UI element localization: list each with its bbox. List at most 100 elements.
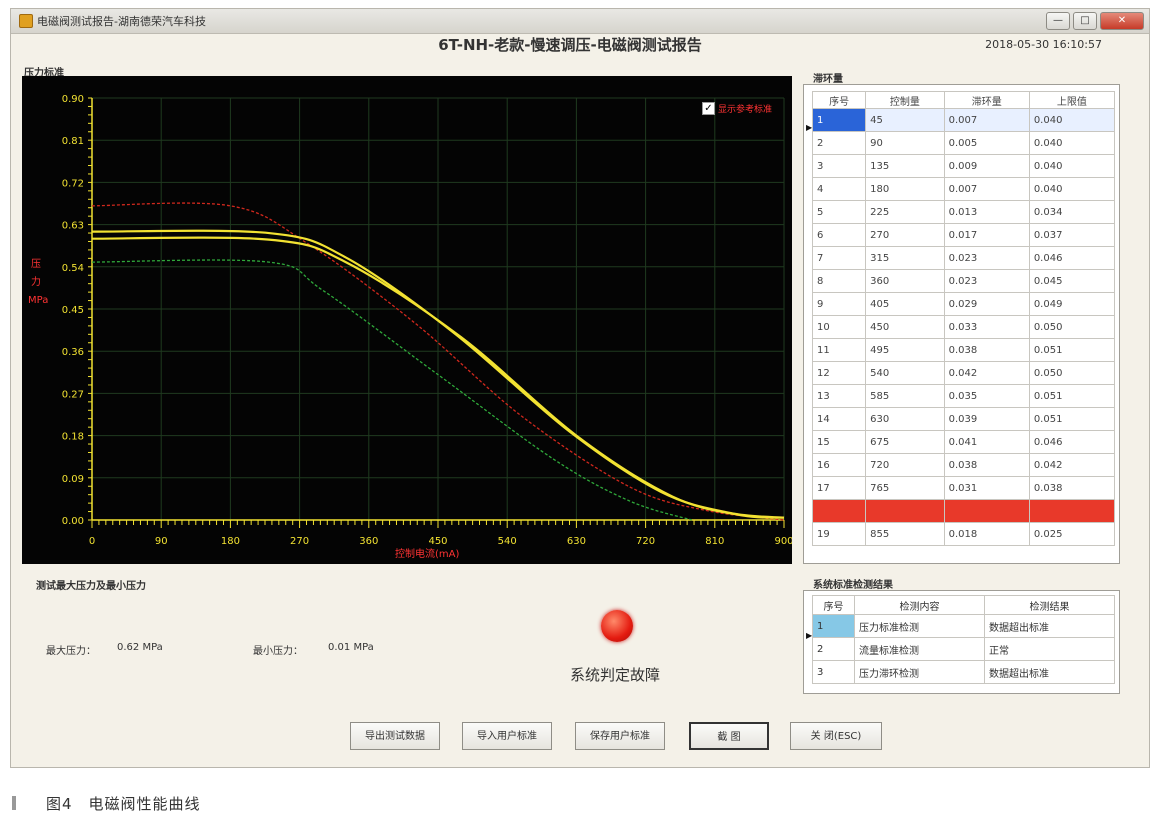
table-cell[interactable]: 0.038: [943, 453, 1030, 477]
table-row[interactable]: 11 495 0.038 0.051: [811, 338, 1116, 362]
table-row[interactable]: 3 压力滞环检测 数据超出标准: [812, 660, 1115, 684]
table-row[interactable]: 1 45 0.007 0.040: [811, 108, 1116, 132]
table-cell[interactable]: 0.018: [943, 522, 1030, 546]
table-cell[interactable]: 正常: [984, 637, 1115, 661]
table-cell[interactable]: 630: [865, 407, 945, 431]
column-header[interactable]: 控制量: [865, 91, 945, 109]
table-cell[interactable]: 0.023: [943, 269, 1030, 293]
table-cell[interactable]: 45: [865, 108, 945, 132]
table-cell[interactable]: 0.023: [943, 246, 1030, 270]
table-cell[interactable]: 3: [811, 154, 867, 178]
table-cell[interactable]: 90: [865, 131, 945, 155]
table-row[interactable]: 16 720 0.038 0.042: [811, 453, 1116, 477]
table-row[interactable]: 17 765 0.031 0.038: [811, 476, 1116, 500]
table-row[interactable]: 13 585 0.035 0.051: [811, 384, 1116, 408]
screenshot-button[interactable]: 截 图: [689, 722, 769, 750]
table-cell[interactable]: 450: [865, 315, 945, 339]
table-row[interactable]: 2 流量标准检测 正常: [812, 637, 1115, 661]
table-cell[interactable]: [811, 499, 867, 523]
table-row[interactable]: 7 315 0.023 0.046: [811, 246, 1116, 270]
table-row[interactable]: 6 270 0.017 0.037: [811, 223, 1116, 247]
column-header[interactable]: 滞环量: [943, 91, 1030, 109]
table-row[interactable]: 9 405 0.029 0.049: [811, 292, 1116, 316]
table-cell[interactable]: 0.005: [943, 131, 1030, 155]
table-cell[interactable]: 0.038: [1028, 476, 1116, 500]
column-header[interactable]: 检测内容: [854, 595, 985, 615]
table-cell[interactable]: 0.009: [943, 154, 1030, 178]
table-cell[interactable]: 压力标准检测: [854, 614, 985, 638]
table-cell[interactable]: 6: [811, 223, 867, 247]
table-cell[interactable]: 540: [865, 361, 945, 385]
table-cell[interactable]: 0.045: [1028, 269, 1116, 293]
close-window-button[interactable]: ✕: [1100, 12, 1144, 30]
table-cell[interactable]: 0.051: [1028, 338, 1116, 362]
column-header[interactable]: 上限值: [1028, 91, 1116, 109]
table-cell[interactable]: 0.031: [943, 476, 1030, 500]
minimize-button[interactable]: —: [1046, 12, 1070, 30]
table-cell[interactable]: 5: [811, 200, 867, 224]
table-cell[interactable]: 0.050: [1028, 361, 1116, 385]
table-cell[interactable]: 720: [865, 453, 945, 477]
table-cell[interactable]: 7: [811, 246, 867, 270]
table-row[interactable]: 10 450 0.033 0.050: [811, 315, 1116, 339]
table-cell[interactable]: 14: [811, 407, 867, 431]
table-cell[interactable]: 495: [865, 338, 945, 362]
table-cell[interactable]: 180: [865, 177, 945, 201]
table-cell[interactable]: 13: [811, 384, 867, 408]
table-cell[interactable]: 9: [811, 292, 867, 316]
table-row[interactable]: 1 压力标准检测 数据超出标准: [812, 614, 1115, 638]
table-cell[interactable]: 数据超出标准: [984, 614, 1115, 638]
save-standard-button[interactable]: 保存用户标准: [575, 722, 665, 750]
table-cell[interactable]: 12: [811, 361, 867, 385]
table-cell[interactable]: 0.007: [943, 177, 1030, 201]
table-cell[interactable]: 0.007: [943, 108, 1030, 132]
table-cell[interactable]: 765: [865, 476, 945, 500]
table-cell[interactable]: [865, 499, 945, 523]
table-cell[interactable]: 360: [865, 269, 945, 293]
table-row[interactable]: [811, 499, 1116, 523]
table-cell[interactable]: 585: [865, 384, 945, 408]
table-cell[interactable]: 10: [811, 315, 867, 339]
table-cell[interactable]: 0.035: [943, 384, 1030, 408]
table-row[interactable]: 19 855 0.018 0.025: [811, 522, 1116, 546]
table-row[interactable]: 4 180 0.007 0.040: [811, 177, 1116, 201]
column-header[interactable]: 序号: [812, 595, 855, 615]
table-cell[interactable]: 225: [865, 200, 945, 224]
table-cell[interactable]: 0.029: [943, 292, 1030, 316]
table-row[interactable]: 3 135 0.009 0.040: [811, 154, 1116, 178]
table-row[interactable]: 8 360 0.023 0.045: [811, 269, 1116, 293]
table-row[interactable]: 12 540 0.042 0.050: [811, 361, 1116, 385]
table-cell[interactable]: 0.040: [1028, 177, 1116, 201]
table-cell[interactable]: 0.046: [1028, 246, 1116, 270]
legend-checkbox[interactable]: ✓: [702, 102, 715, 115]
table-cell[interactable]: 1: [811, 108, 867, 132]
table-cell[interactable]: 2: [812, 637, 855, 661]
table-row[interactable]: 2 90 0.005 0.040: [811, 131, 1116, 155]
table-row[interactable]: 5 225 0.013 0.034: [811, 200, 1116, 224]
table-cell[interactable]: 855: [865, 522, 945, 546]
exit-button[interactable]: 关 闭(ESC): [790, 722, 882, 750]
table-cell[interactable]: 0.051: [1028, 407, 1116, 431]
table-cell[interactable]: 0.051: [1028, 384, 1116, 408]
table-cell[interactable]: 315: [865, 246, 945, 270]
column-header[interactable]: 序号: [811, 91, 867, 109]
table-cell[interactable]: [1028, 499, 1116, 523]
table-cell[interactable]: 0.042: [943, 361, 1030, 385]
table-cell[interactable]: 1: [812, 614, 855, 638]
table-cell[interactable]: 11: [811, 338, 867, 362]
import-standard-button[interactable]: 导入用户标准: [462, 722, 552, 750]
table-cell[interactable]: 0.049: [1028, 292, 1116, 316]
table-cell[interactable]: 0.041: [943, 430, 1030, 454]
table-cell[interactable]: 0.050: [1028, 315, 1116, 339]
table-cell[interactable]: [943, 499, 1030, 523]
table-row[interactable]: 15 675 0.041 0.046: [811, 430, 1116, 454]
table-cell[interactable]: 0.038: [943, 338, 1030, 362]
table-cell[interactable]: 0.046: [1028, 430, 1116, 454]
table-cell[interactable]: 0.017: [943, 223, 1030, 247]
table-cell[interactable]: 0.040: [1028, 154, 1116, 178]
table-cell[interactable]: 19: [811, 522, 867, 546]
table-cell[interactable]: 3: [812, 660, 855, 684]
table-cell[interactable]: 8: [811, 269, 867, 293]
table-cell[interactable]: 压力滞环检测: [854, 660, 985, 684]
table-cell[interactable]: 15: [811, 430, 867, 454]
